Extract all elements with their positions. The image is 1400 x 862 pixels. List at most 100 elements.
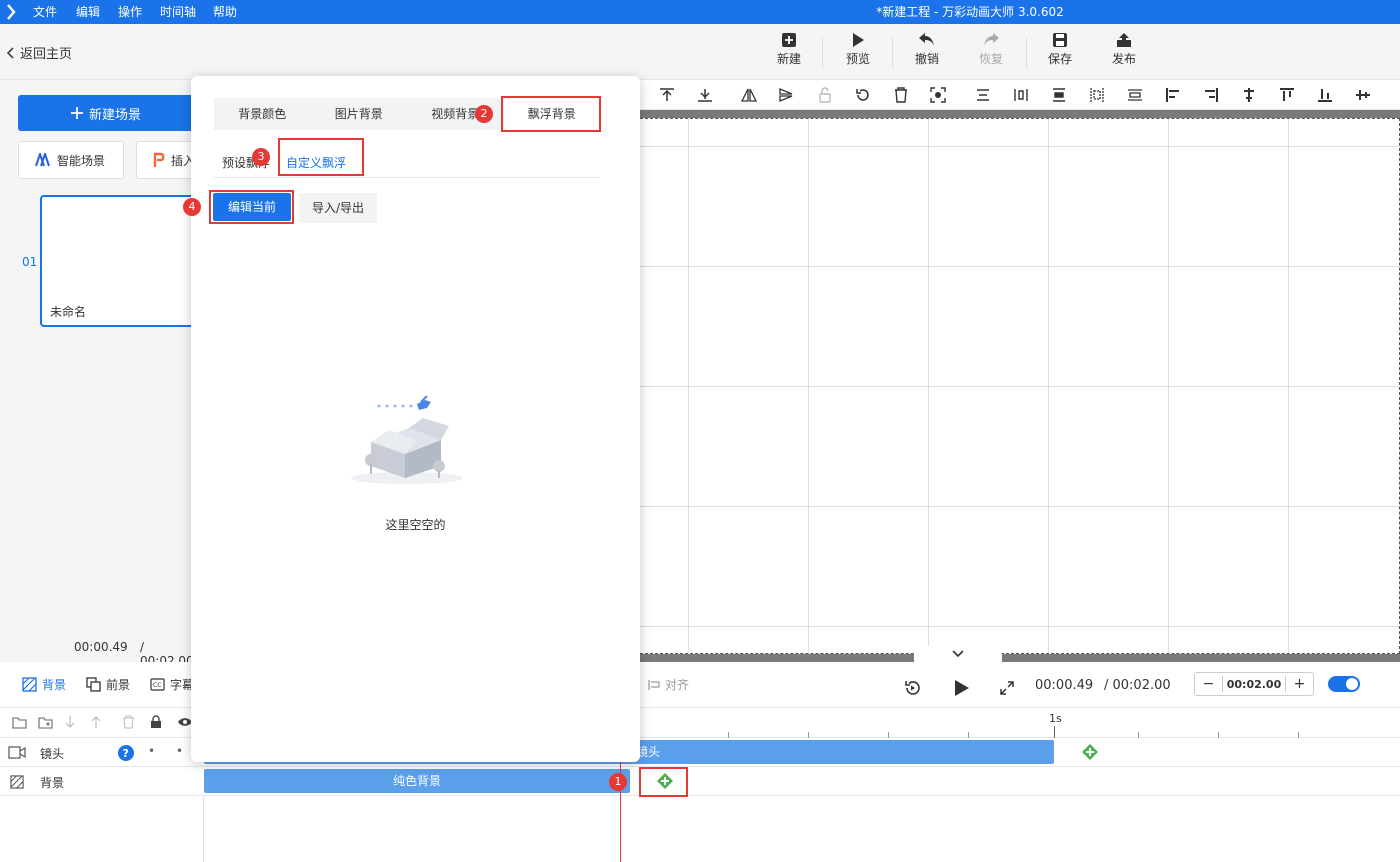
- add-keyframe-icon[interactable]: [1082, 744, 1098, 760]
- import-export-button[interactable]: 导入/导出: [299, 193, 377, 223]
- camera-dot: •: [148, 744, 156, 758]
- new-icon: [782, 33, 796, 47]
- flip-vertical-icon[interactable]: [778, 87, 794, 103]
- menu-file[interactable]: 文件: [33, 0, 57, 24]
- decrease-duration-button[interactable]: −: [1195, 676, 1223, 692]
- undo-button[interactable]: 撤销: [903, 32, 951, 67]
- expand-canvas-tab[interactable]: [914, 646, 1002, 662]
- preview-label: 预览: [845, 52, 870, 66]
- align-right-icon[interactable]: [1203, 87, 1219, 103]
- scene-thumbnail[interactable]: 未命名: [40, 195, 210, 327]
- rotate-icon[interactable]: [855, 87, 871, 103]
- current-time: 00:00.49: [1035, 678, 1094, 693]
- tab-background-color[interactable]: 背景颜色: [214, 98, 311, 130]
- annotation-badge-3: 3: [252, 148, 270, 166]
- delete-icon[interactable]: [122, 715, 135, 729]
- publish-button[interactable]: 发布: [1100, 32, 1148, 67]
- track-camera-label: 镜头: [40, 747, 65, 761]
- smart-scene-label: 智能场景: [57, 153, 106, 168]
- grid-line: [640, 506, 1399, 507]
- canvas-area[interactable]: [640, 110, 1400, 662]
- distribute-v-icon[interactable]: [1051, 87, 1067, 103]
- scene-number: 01: [22, 255, 38, 269]
- smart-scene-button[interactable]: 智能场景: [18, 141, 124, 179]
- new-scene-label: 新建场景: [88, 107, 141, 123]
- align-toolbar: [640, 80, 1400, 110]
- track-background[interactable]: 背景 纯色背景: [0, 767, 1400, 796]
- stage[interactable]: [640, 118, 1400, 654]
- background-settings-popup: 背景颜色 图片背景 视频背景 飘浮背景 预设飘浮 自定义飘浮 编辑当前 导入/导…: [191, 76, 640, 762]
- undo-icon: [919, 33, 934, 46]
- track-header-column: 镜头 ? • • 背景: [0, 708, 204, 862]
- redo-icon: [984, 33, 999, 46]
- back-home-label: 返回主页: [20, 47, 73, 62]
- foreground-layer-icon: [86, 677, 101, 692]
- tab-subtitle[interactable]: CC 字幕: [150, 676, 194, 693]
- svg-text:CC: CC: [153, 682, 161, 689]
- total-time: / 00:02.00: [1104, 678, 1171, 693]
- align-center-v-icon[interactable]: [1241, 87, 1257, 103]
- grid-line: [640, 386, 1399, 387]
- toolbar-divider: [1026, 38, 1027, 68]
- annotation-badge-2: 2: [475, 105, 493, 123]
- save-button[interactable]: 保存: [1036, 32, 1084, 67]
- new-folder-icon[interactable]: [38, 716, 53, 729]
- preview-button[interactable]: 预览: [834, 32, 882, 67]
- lock-icon[interactable]: [150, 715, 162, 729]
- align-bottom-icon[interactable]: [1317, 87, 1333, 103]
- new-label: 新建: [776, 52, 801, 66]
- redo-button[interactable]: 恢复: [967, 32, 1015, 67]
- distribute-h-icon[interactable]: [1013, 87, 1029, 103]
- same-width-icon[interactable]: [1089, 87, 1105, 103]
- replay-icon[interactable]: [903, 679, 921, 697]
- annotation-box-3: [278, 138, 364, 176]
- tab-background[interactable]: 背景: [22, 676, 66, 693]
- align-left-icon[interactable]: [1165, 87, 1181, 103]
- fit-screen-icon[interactable]: [930, 87, 946, 103]
- align-middle-icon[interactable]: [1355, 87, 1371, 103]
- smart-scene-icon: [35, 153, 50, 167]
- insert-icon: [153, 152, 165, 167]
- align-label: 对齐: [665, 678, 690, 692]
- back-home-button[interactable]: 返回主页: [6, 43, 72, 62]
- new-scene-button[interactable]: 新建场景: [18, 95, 194, 131]
- menu-operation[interactable]: 操作: [118, 0, 142, 24]
- move-to-top-icon[interactable]: [659, 87, 675, 103]
- move-to-bottom-icon[interactable]: [697, 87, 713, 103]
- align-toggle[interactable]: 对齐: [648, 676, 689, 693]
- new-button[interactable]: 新建: [765, 32, 813, 67]
- duration-stepper: − 00:02.00 +: [1194, 672, 1314, 696]
- ruler-mark-1s: 1s: [1049, 712, 1062, 725]
- play-icon: [853, 33, 864, 47]
- add-folder-icon[interactable]: [12, 716, 27, 729]
- align-top-icon[interactable]: [1279, 87, 1295, 103]
- tab-background-label: 背景: [42, 678, 67, 692]
- flip-horizontal-icon[interactable]: [741, 87, 757, 103]
- publish-icon: [1117, 33, 1131, 47]
- delete-icon[interactable]: [893, 87, 909, 103]
- fullscreen-icon[interactable]: [999, 680, 1015, 696]
- grid-line: [640, 266, 1399, 267]
- snap-toggle[interactable]: [1328, 676, 1360, 692]
- plus-icon: [70, 107, 83, 119]
- chevron-down-icon: [952, 650, 964, 658]
- align-center-h-icon[interactable]: [975, 87, 991, 103]
- tab-foreground[interactable]: 前景: [86, 676, 130, 693]
- window-title: *新建工程 - 万彩动画大师 3.0.602: [876, 5, 1064, 19]
- play-icon[interactable]: [954, 679, 970, 697]
- same-height-icon[interactable]: [1127, 87, 1143, 103]
- save-icon: [1053, 33, 1067, 47]
- subtitle-icon: CC: [150, 678, 165, 691]
- tab-image-background[interactable]: 图片背景: [311, 98, 408, 130]
- increase-duration-button[interactable]: +: [1285, 676, 1313, 692]
- menu-edit[interactable]: 编辑: [76, 0, 100, 24]
- help-icon[interactable]: ?: [118, 745, 134, 761]
- publish-label: 发布: [1111, 52, 1136, 66]
- menu-help[interactable]: 帮助: [213, 0, 237, 24]
- unlock-icon[interactable]: [817, 87, 833, 103]
- move-up-icon[interactable]: [90, 715, 102, 729]
- background-clip[interactable]: 纯色背景: [204, 769, 630, 793]
- menu-timeline[interactable]: 时间轴: [160, 0, 196, 24]
- move-down-icon[interactable]: [64, 715, 76, 729]
- duration-value[interactable]: 00:02.00: [1223, 678, 1285, 691]
